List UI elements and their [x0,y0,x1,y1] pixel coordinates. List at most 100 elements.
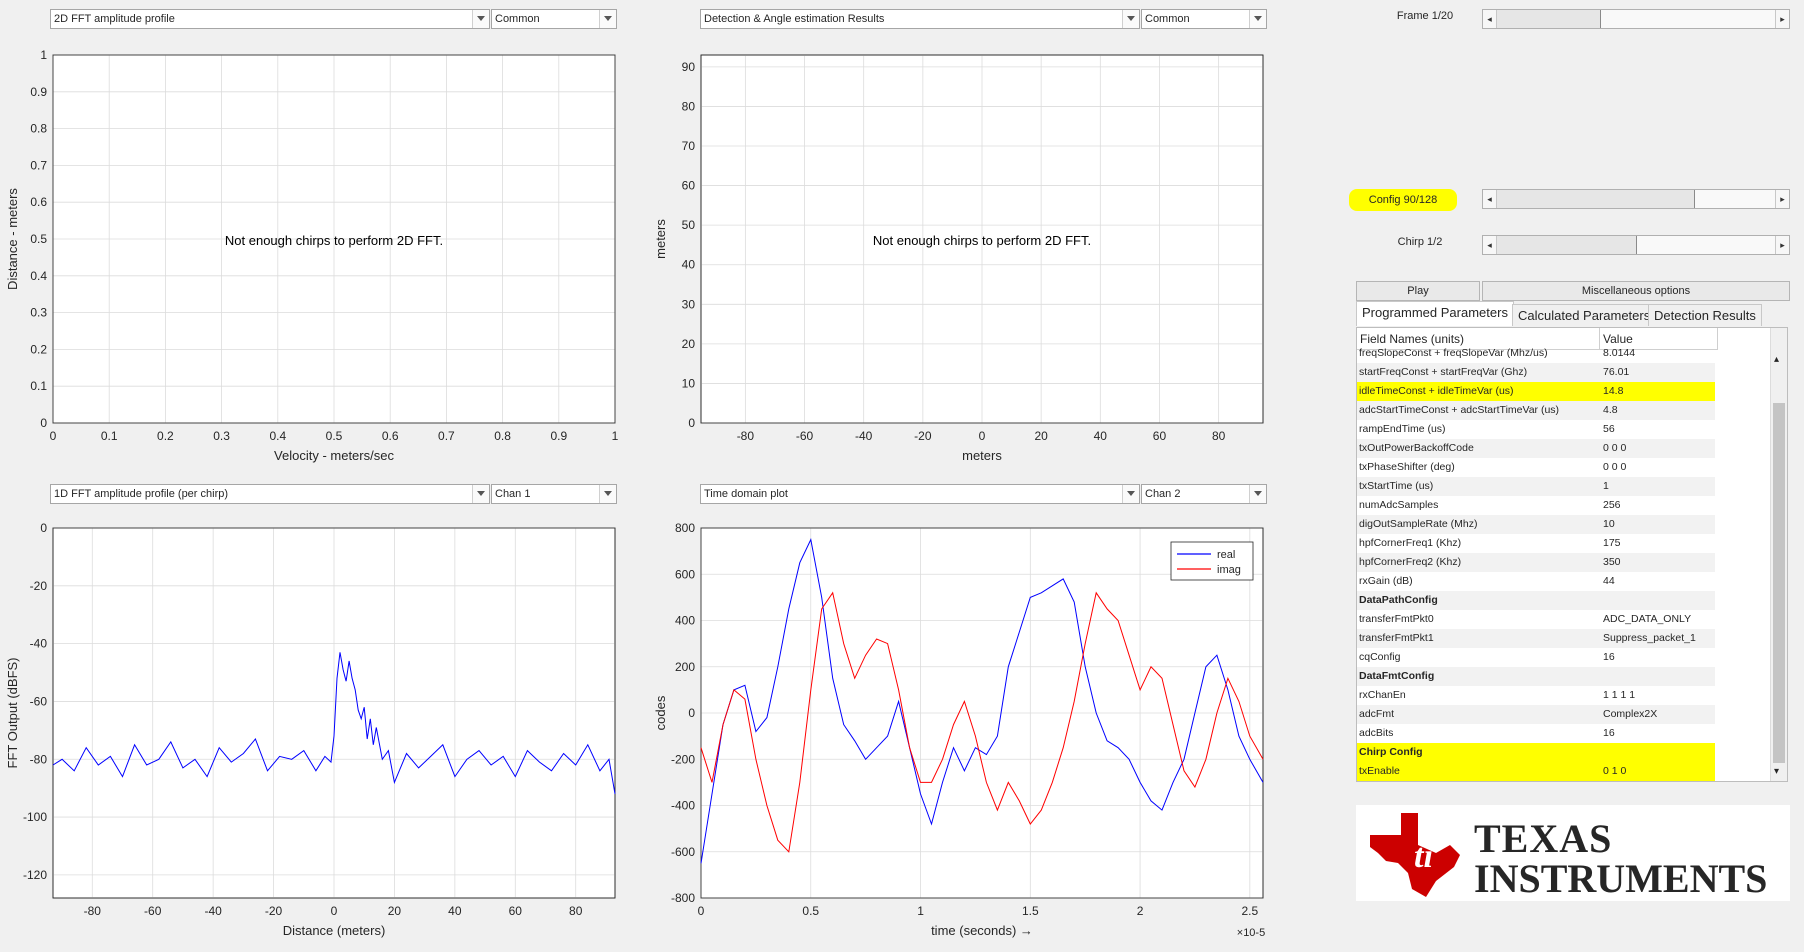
x-tick-label: 60 [509,904,523,918]
slider-left-arrow-icon[interactable]: ◂ [1483,10,1497,28]
x-tick-label: 1 [917,904,924,918]
parameters-table[interactable]: Field Names (units) Value freqSlopeConst… [1356,327,1788,782]
x-tick-label: 40 [1094,429,1108,443]
x-tick-label: 20 [388,904,402,918]
table-row[interactable]: hpfCornerFreq2 (Khz) 350 [1357,553,1715,572]
frame-slider[interactable]: ◂ ▸ [1482,9,1790,29]
table-cell-value: 175 [1603,537,1621,549]
plot-annotation: Not enough chirps to perform 2D FFT. [873,233,1091,248]
table-cell-field: transferFmtPkt1 [1359,632,1434,644]
table-row[interactable]: txStartTime (us) 1 [1357,477,1715,496]
y-tick-label: 0.3 [30,306,47,320]
tab-calculated-parameters[interactable]: Calculated Parameters [1512,304,1657,326]
legend-label: imag [1217,564,1241,576]
y-axis-label: meters [653,219,668,259]
table-row[interactable]: idleTimeConst + idleTimeVar (us) 14.8 [1357,382,1715,401]
x-axis-label: Distance (meters) [283,923,386,938]
table-cell-field: DataPathConfig [1359,594,1438,606]
y-tick-label: 0 [688,416,695,430]
config-slider[interactable]: ◂ ▸ [1482,189,1790,209]
chirp-slider-thumb[interactable] [1636,236,1776,254]
x-tick-label: 80 [1212,429,1226,443]
y-tick-label: -80 [30,752,48,766]
table-row[interactable]: DataFmtConfig [1357,667,1715,686]
y-tick-label: 0.4 [30,269,47,283]
chirp-slider[interactable]: ◂ ▸ [1482,235,1790,255]
slider-left-arrow-icon[interactable]: ◂ [1483,190,1497,208]
table-cell-value: 0 0 0 [1603,442,1627,454]
slider-right-arrow-icon[interactable]: ▸ [1775,190,1789,208]
tab-programmed-parameters[interactable]: Programmed Parameters [1356,301,1514,326]
scroll-down-arrow-icon[interactable]: ▾ [1774,766,1779,777]
x-tick-label: 0 [331,904,338,918]
table-cell-field: adcBits [1359,727,1394,739]
x-axis-label: time (seconds) → [931,923,1033,938]
slider-right-arrow-icon[interactable]: ▸ [1775,10,1789,28]
table-row[interactable]: adcBits 16 [1357,724,1715,743]
table-row[interactable]: txOutPowerBackoffCode 0 0 0 [1357,439,1715,458]
x-tick-label: 40 [448,904,462,918]
y-axis-label: Distance - meters [5,188,20,290]
table-row[interactable]: numAdcSamples 256 [1357,496,1715,515]
x-tick-label: 0.8 [494,429,511,443]
table-cell-value: 256 [1603,499,1621,511]
table-row[interactable]: freqSlopeConst + freqSlopeVar (Mhz/us) 8.… [1357,344,1715,363]
table-row[interactable]: hpfCornerFreq1 (Khz) 175 [1357,534,1715,553]
table-row[interactable]: adcFmt Complex2X [1357,705,1715,724]
y-axis-label: codes [653,695,668,730]
table-row[interactable]: txPhaseShifter (deg) 0 0 0 [1357,458,1715,477]
plot-annotation: Not enough chirps to perform 2D FFT. [225,233,443,248]
table-row[interactable]: startFreqConst + startFreqVar (Ghz) 76.01 [1357,363,1715,382]
y-tick-label: 70 [682,139,696,153]
y-tick-label: -800 [671,891,695,905]
table-row[interactable]: txEnable 0 1 0 [1357,762,1715,781]
x-tick-label: 0.7 [438,429,455,443]
table-cell-value: Complex2X [1603,708,1658,720]
y-tick-label: 90 [682,60,696,74]
table-cell-field: txOutPowerBackoffCode [1359,442,1474,454]
y-tick-label: -400 [671,799,695,813]
x-tick-label: 0.9 [550,429,567,443]
table-row[interactable]: Chirp Config [1357,743,1715,762]
scrollbar-thumb[interactable] [1773,403,1785,763]
y-tick-label: 0.2 [30,342,47,356]
table-row[interactable]: DataPathConfig [1357,591,1715,610]
y-axis-label: FFT Output (dBFS) [5,657,20,768]
table-row[interactable]: rxGain (dB) 44 [1357,572,1715,591]
table-row[interactable]: transferFmtPkt0 ADC_DATA_ONLY [1357,610,1715,629]
slider-left-arrow-icon[interactable]: ◂ [1483,236,1497,254]
table-row[interactable]: rampEndTime (us) 56 [1357,420,1715,439]
frame-slider-thumb[interactable] [1599,10,1776,28]
config-label: Config 90/128 [1349,189,1457,211]
y-tick-label: -40 [30,637,48,651]
table-cell-field: txPhaseShifter (deg) [1359,461,1455,473]
y-tick-label: 0 [40,416,47,430]
table-cell-value: 16 [1603,651,1615,663]
slider-right-arrow-icon[interactable]: ▸ [1775,236,1789,254]
table-cell-value: Suppress_packet_1 [1603,632,1696,644]
y-tick-label: 10 [682,376,696,390]
y-tick-label: -20 [30,579,48,593]
x-tick-label: -20 [265,904,283,918]
table-row[interactable]: transferFmtPkt1 Suppress_packet_1 [1357,629,1715,648]
table-cell-field: hpfCornerFreq1 (Khz) [1359,537,1462,549]
misc-options-button[interactable]: Miscellaneous options [1482,281,1790,301]
table-row[interactable]: cqConfig 16 [1357,648,1715,667]
play-button[interactable]: Play [1356,281,1480,301]
y-tick-label: -200 [671,752,695,766]
x-tick-label: 2 [1137,904,1144,918]
table-row[interactable]: adcStartTimeConst + adcStartTimeVar (us)… [1357,401,1715,420]
x-tick-label: -80 [737,429,755,443]
tab-detection-results[interactable]: Detection Results [1648,304,1762,326]
y-tick-label: 20 [682,337,696,351]
x-tick-label: 20 [1034,429,1048,443]
y-tick-label: 40 [682,258,696,272]
table-vertical-scrollbar[interactable]: ▴ ▾ [1770,328,1787,781]
x-axis-multiplier: ×10-5 [1237,927,1265,939]
config-slider-thumb[interactable] [1694,190,1776,208]
ti-state-logo-icon: ti [1370,813,1460,897]
table-row[interactable]: digOutSampleRate (Mhz) 10 [1357,515,1715,534]
scroll-up-arrow-icon[interactable]: ▴ [1774,354,1779,365]
table-row[interactable]: rxChanEn 1 1 1 1 [1357,686,1715,705]
frame-label: Frame 1/20 [1396,10,1454,22]
